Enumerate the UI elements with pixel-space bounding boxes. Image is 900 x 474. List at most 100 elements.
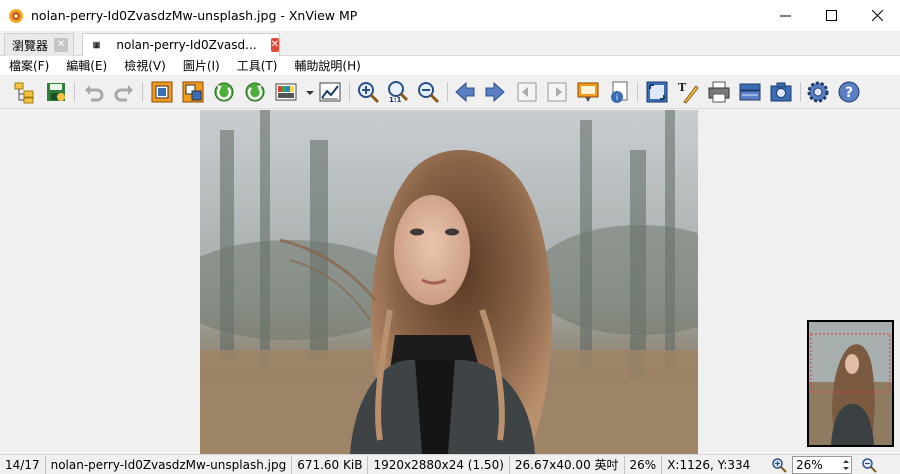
maximize-button[interactable]	[808, 0, 854, 31]
menu-bar: 檔案(F) 編輯(E) 檢視(V) 圖片(I) 工具(T) 輔助說明(H)	[0, 56, 900, 75]
maximize-icon	[825, 10, 837, 21]
title-bar: nolan-perry-Id0ZvasdzMw-unsplash.jpg - X…	[0, 0, 900, 31]
zoom-input[interactable]: 26%	[793, 458, 841, 472]
next-button[interactable]	[483, 80, 507, 104]
image-index: 14/17	[0, 455, 46, 474]
print-button[interactable]	[707, 80, 731, 104]
printer-icon	[708, 81, 730, 103]
menu-image[interactable]: 圖片(I)	[174, 57, 228, 74]
settings-button[interactable]	[806, 80, 830, 104]
crop-icon	[151, 81, 173, 103]
crop-button[interactable]	[150, 80, 174, 104]
thumbnail-photo	[809, 322, 892, 445]
scanner-icon	[739, 83, 761, 101]
zoom-level: 26%	[625, 455, 663, 474]
page-last-icon	[547, 82, 567, 102]
print-size: 26.67x40.00 英吋	[510, 455, 625, 474]
arrow-right-icon	[485, 81, 505, 103]
close-button[interactable]	[854, 0, 900, 31]
tab-image-close-icon[interactable]: ✕	[270, 38, 279, 52]
toolbar-separator	[349, 82, 350, 102]
scan-button[interactable]	[738, 80, 762, 104]
svg-text:?: ?	[845, 85, 853, 101]
toolbar-separator	[637, 82, 638, 102]
text-pen-icon: T	[678, 81, 699, 104]
resize-icon	[182, 81, 204, 103]
previous-button[interactable]	[453, 80, 477, 104]
zoom-out-button[interactable]	[416, 80, 440, 104]
image-thumbnail-icon	[93, 41, 101, 49]
gear-icon	[807, 81, 829, 103]
text-tool-button[interactable]: T	[676, 80, 700, 104]
file-size: 671.60 KiB	[292, 455, 369, 474]
fullscreen-button[interactable]	[645, 80, 669, 104]
slideshow-icon	[577, 82, 599, 102]
rotate-left-button[interactable]	[212, 80, 236, 104]
color-palette-icon	[275, 83, 297, 101]
rotate-left-icon	[214, 82, 234, 102]
help-icon: ?	[838, 81, 860, 103]
fullscreen-icon	[646, 81, 668, 103]
last-image-button[interactable]	[545, 80, 569, 104]
color-dropdown-button[interactable]	[298, 80, 314, 104]
zoom-in-small-icon[interactable]	[771, 457, 787, 473]
save-button[interactable]	[44, 80, 68, 104]
menu-help[interactable]: 輔助說明(H)	[285, 57, 368, 74]
tab-image[interactable]: nolan-perry-Id0Zvasd... ✕	[82, 33, 280, 56]
menu-view[interactable]: 檢視(V)	[115, 57, 174, 74]
browse-button[interactable]	[12, 80, 36, 104]
color-adjust-button[interactable]	[274, 80, 298, 104]
zoom-1to1-label: 1:1	[389, 96, 402, 104]
menu-file[interactable]: 檔案(F)	[0, 57, 57, 74]
redo-button[interactable]	[112, 80, 136, 104]
tab-browser[interactable]: 瀏覽器 ✕	[4, 33, 74, 56]
close-icon	[871, 10, 883, 21]
portrait-photo	[200, 110, 698, 454]
toolbar-separator	[142, 82, 143, 102]
help-button[interactable]: ?	[837, 80, 861, 104]
toolbar-separator	[447, 82, 448, 102]
tab-browser-label: 瀏覽器	[12, 38, 49, 53]
zoom-out-icon	[418, 82, 440, 104]
menu-edit[interactable]: 編輯(E)	[57, 57, 115, 74]
svg-text:i: i	[616, 93, 618, 102]
tab-bar: 瀏覽器 ✕ nolan-perry-Id0Zvasd... ✕	[0, 31, 900, 56]
spinner-arrows-icon[interactable]	[841, 457, 851, 473]
file-name: nolan-perry-Id0ZvasdzMw-unsplash.jpg	[46, 455, 293, 474]
photo-canvas[interactable]	[200, 110, 698, 454]
undo-icon	[85, 85, 104, 102]
folder-tree-icon	[14, 82, 34, 104]
page-first-icon	[517, 82, 537, 102]
zoom-in-icon	[358, 82, 380, 104]
rotate-right-icon	[245, 82, 265, 102]
svg-text:T: T	[678, 81, 687, 94]
navigator-thumbnail[interactable]	[807, 320, 894, 447]
minimize-icon	[779, 15, 791, 17]
rotate-right-button[interactable]	[243, 80, 267, 104]
chart-icon	[319, 82, 341, 102]
toolbar-separator	[800, 82, 801, 102]
menu-tools[interactable]: 工具(T)	[228, 57, 286, 74]
slideshow-button[interactable]	[576, 80, 600, 104]
minimize-button[interactable]	[762, 0, 808, 31]
zoom-spinbox[interactable]: 26%	[792, 456, 852, 474]
first-image-button[interactable]	[515, 80, 539, 104]
zoom-out-small-icon[interactable]	[861, 457, 877, 473]
image-viewer[interactable]	[0, 110, 896, 454]
info-button[interactable]: i	[607, 80, 631, 104]
histogram-button[interactable]	[318, 80, 342, 104]
arrow-left-icon	[455, 81, 475, 103]
xnview-logo-icon	[9, 8, 23, 23]
save-icon	[47, 83, 65, 101]
image-dimensions: 1920x2880x24 (1.50)	[368, 455, 510, 474]
undo-button[interactable]	[82, 80, 106, 104]
redo-icon	[114, 85, 133, 102]
window-title: nolan-perry-Id0ZvasdzMw-unsplash.jpg - X…	[31, 8, 358, 23]
toolbar-separator	[74, 82, 75, 102]
tab-image-label: nolan-perry-Id0Zvasd...	[116, 38, 257, 52]
capture-button[interactable]	[769, 80, 793, 104]
tab-browser-close-icon[interactable]: ✕	[54, 38, 69, 52]
resize-button[interactable]	[181, 80, 205, 104]
status-bar: 14/17 nolan-perry-Id0ZvasdzMw-unsplash.j…	[0, 454, 900, 474]
zoom-in-button[interactable]	[356, 80, 380, 104]
